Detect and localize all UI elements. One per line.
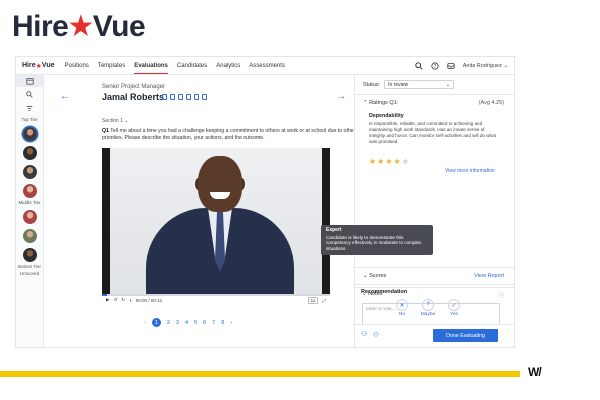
candidate-avatar[interactable] (22, 165, 37, 179)
side-footer: Recommendation ✕ No ? Maybe ✓ Yes ⚇ ◇ Done … (353, 56, 515, 348)
next-candidate-arrow-icon[interactable]: → (336, 91, 346, 102)
page-8[interactable]: 8 (221, 320, 224, 326)
candidate-avatar[interactable] (22, 146, 37, 160)
candidate-avatar[interactable] (22, 184, 37, 198)
nav-analytics[interactable]: Analytics (216, 58, 240, 73)
close-icon: ✕ (396, 299, 408, 311)
nav-evaluations[interactable]: Evaluations (134, 58, 168, 74)
candidate-actions (162, 94, 207, 100)
recommend-maybe-button[interactable]: ? Maybe (417, 299, 439, 317)
page-3[interactable]: 3 (176, 320, 179, 326)
done-evaluating-button[interactable]: Done Evaluating (433, 329, 498, 342)
playback-speed[interactable]: 1x (307, 296, 319, 304)
video-player[interactable] (102, 148, 330, 294)
candidate-avatar[interactable] (22, 210, 37, 224)
volume-icon[interactable]: ◖ (129, 298, 132, 303)
brand-name-a: Hire (12, 10, 69, 43)
question-text: Q1 Tell me about a time you had a challe… (102, 128, 356, 141)
recommendation-label: Recommendation (361, 289, 408, 295)
check-icon: ✓ (448, 299, 460, 311)
brand-band (0, 371, 520, 377)
forward-icon[interactable]: ↻ (121, 297, 125, 303)
search-icon[interactable] (16, 87, 43, 101)
linkedin-icon[interactable] (194, 94, 199, 100)
fullscreen-icon[interactable]: ⤢ (322, 298, 326, 303)
video-controls: ▶ ↺ ↻ ◖ 00:00 / 00:12 1x ⤢ (102, 294, 330, 306)
page-4[interactable]: 4 (185, 320, 188, 326)
candidate-rail: Top Tier Middle Tier Bottom Tier Unscore… (16, 75, 44, 347)
tag-icon[interactable]: ◇ (373, 330, 378, 338)
brand-star-icon: ★ (67, 10, 94, 43)
footer-mark: W/ (528, 365, 542, 379)
evaluation-main: ← → Senior Project Manager Jamal Roberts… (44, 75, 355, 347)
link-icon[interactable] (170, 94, 175, 100)
page: Hire ★ Vue Hire ★ Vue Positions Templates Ev… (0, 0, 600, 400)
brand-logo: Hire ★ Vue (12, 10, 146, 44)
mail-icon[interactable] (178, 94, 183, 100)
document-icon[interactable] (162, 94, 167, 100)
brand-name-b: Vue (92, 10, 146, 43)
share-user-icon[interactable]: ⚇ (361, 330, 367, 338)
info-icon[interactable] (202, 94, 207, 100)
nav-templates[interactable]: Templates (98, 58, 125, 73)
question-icon: ? (422, 299, 434, 311)
tier-unscored-label: Unscored (19, 271, 40, 276)
tier-bottom-label: Bottom Tier (17, 264, 41, 269)
candidate-avatar[interactable] (22, 229, 37, 243)
rewind-icon[interactable]: ↺ (113, 297, 117, 303)
pager-next-icon[interactable]: › (230, 320, 232, 326)
section-dropdown[interactable]: Section 1 ⌄ (102, 118, 128, 124)
recommend-no-button[interactable]: ✕ No (391, 299, 413, 317)
page-2[interactable]: 2 (167, 320, 170, 326)
nav-positions[interactable]: Positions (64, 58, 88, 73)
tier-middle-label: Middle Tier (18, 200, 41, 205)
nav-logo[interactable]: Hire ★ Vue (22, 62, 54, 70)
page-5[interactable]: 5 (194, 320, 197, 326)
pager-prev-icon[interactable]: ‹ (144, 320, 146, 326)
share-tools: ⚇ ◇ (361, 330, 379, 338)
page-7[interactable]: 7 (212, 320, 215, 326)
filter-icon[interactable] (16, 101, 43, 115)
nav-assessments[interactable]: Assessments (249, 58, 285, 73)
page-6[interactable]: 6 (203, 320, 206, 326)
job-title: Senior Project Manager (102, 84, 166, 90)
candidate-video-frame (198, 156, 242, 212)
calendar-icon[interactable] (16, 75, 43, 87)
download-icon[interactable] (186, 94, 191, 100)
candidate-name: Jamal Roberts (102, 92, 165, 102)
rating-tooltip: Expert Candidate is likely to demonstrat… (321, 225, 433, 255)
recommend-yes-button[interactable]: ✓ Yes (443, 299, 465, 317)
prev-candidate-arrow-icon[interactable]: ← (60, 91, 70, 102)
candidate-avatar[interactable] (22, 127, 37, 141)
video-time: 00:00 / 00:12 (135, 297, 163, 303)
question-pager: ‹ 1 2 3 4 5 6 7 8 › (144, 318, 232, 327)
page-1[interactable]: 1 (151, 318, 161, 327)
play-icon[interactable]: ▶ (106, 297, 109, 303)
nav-candidates[interactable]: Candidates (177, 58, 207, 73)
tier-top-label: Top Tier (21, 117, 38, 122)
candidate-avatar[interactable] (22, 248, 37, 262)
